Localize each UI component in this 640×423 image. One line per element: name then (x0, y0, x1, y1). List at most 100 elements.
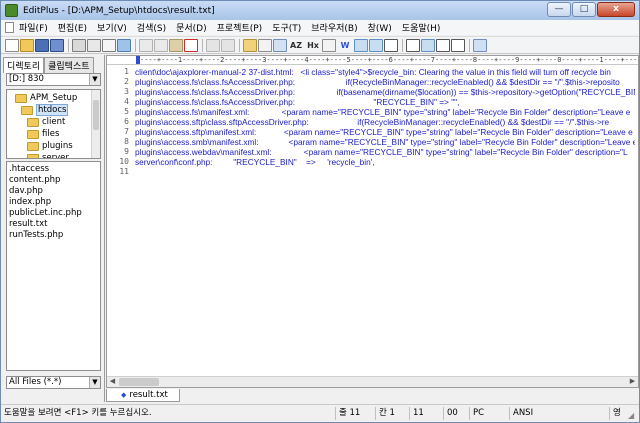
list-item[interactable]: dav.php (9, 186, 43, 196)
scroll-right-icon[interactable]: ▶ (627, 377, 638, 387)
code-line[interactable]: plugins\access.fs\class.fsAccessDriver.p… (135, 77, 620, 87)
menu-browser[interactable]: 브라우저(B) (306, 21, 362, 34)
drive-value: [D:] 830 (9, 74, 44, 84)
copy-icon[interactable] (154, 38, 168, 52)
menu-tools[interactable]: 도구(T) (267, 21, 306, 34)
pen-icon[interactable] (243, 38, 257, 52)
tab-cliptext[interactable]: 클립텍스트 (44, 57, 94, 73)
toolbar-separator (202, 38, 203, 52)
status-help-text: 도움말을 보려면 <F1> 키를 누르십시오. (4, 408, 152, 418)
document-tab-bar: ◆ result.txt (106, 389, 639, 403)
output-window-icon[interactable] (421, 38, 435, 52)
sort-button[interactable]: AZ (288, 41, 304, 50)
tree-item-plugins[interactable]: plugins (27, 140, 73, 152)
undo-icon[interactable] (206, 38, 220, 52)
code-line[interactable]: client\doc\ajaxplorer-manual-2 37-dist.h… (135, 67, 611, 77)
list-item[interactable]: index.php (9, 197, 51, 207)
code-line[interactable]: plugins\access.smb\manifest.xml: <param … (135, 137, 635, 147)
maximize-button[interactable]: □ (572, 2, 596, 17)
minimize-button[interactable]: — (547, 2, 571, 17)
list-item[interactable]: content.php (9, 175, 60, 185)
new-file-icon[interactable] (5, 38, 19, 52)
hex-viewer-button[interactable]: Hx (305, 41, 321, 50)
tree-item-client[interactable]: client (27, 116, 65, 128)
redo-icon[interactable] (221, 38, 235, 52)
ruler-toggle-icon[interactable] (369, 38, 383, 52)
chevron-down-icon[interactable]: ▼ (89, 377, 100, 388)
file-list[interactable]: .htaccess content.php dav.php index.php … (6, 161, 101, 371)
list-item[interactable]: publicLet.inc.php (9, 208, 82, 218)
code-line[interactable]: plugins\access.fs\manifest.xml: <param n… (135, 107, 630, 117)
tree-item-apm-setup[interactable]: APM_Setup (15, 92, 77, 104)
document-tab-label: result.txt (129, 390, 168, 400)
directory-window-icon[interactable] (406, 38, 420, 52)
cliptext-window-icon[interactable] (436, 38, 450, 52)
replace-icon[interactable] (258, 38, 272, 52)
status-encoding: ANSI (509, 407, 569, 420)
tree-item-files[interactable]: files (27, 128, 59, 140)
cut-icon[interactable] (139, 38, 153, 52)
menu-edit[interactable]: 편집(E) (53, 21, 92, 34)
save-icon[interactable] (35, 38, 49, 52)
horizontal-scrollbar[interactable]: ◀ ▶ (107, 376, 638, 387)
close-button[interactable]: x (597, 2, 635, 17)
code-line[interactable]: plugins\access.webdav\manifest.xml: <par… (135, 147, 628, 157)
line-number: 2 (124, 77, 129, 86)
status-total-lines: 11 (409, 407, 443, 420)
tree-scrollbar[interactable] (91, 90, 100, 158)
delete-icon[interactable] (184, 38, 198, 52)
chevron-down-icon[interactable]: ▼ (89, 74, 100, 85)
list-item[interactable]: .htaccess (9, 164, 49, 174)
print-icon[interactable] (72, 38, 86, 52)
spell-check-icon[interactable] (102, 38, 116, 52)
line-number-toggle-icon[interactable] (354, 38, 368, 52)
open-file-icon[interactable] (20, 38, 34, 52)
menu-view[interactable]: 보기(V) (92, 21, 132, 34)
menu-project[interactable]: 프로젝트(P) (212, 21, 268, 34)
preferences-icon[interactable] (473, 38, 487, 52)
fullscreen-icon[interactable] (451, 38, 465, 52)
menu-file[interactable]: 파일(F) (14, 21, 53, 34)
code-line[interactable]: plugins\access.sftp\manifest.xml: <param… (135, 127, 633, 137)
line-number: 6 (124, 117, 129, 126)
list-item[interactable]: result.txt (9, 219, 47, 229)
folder-open-icon (15, 93, 27, 103)
format-icon[interactable] (322, 38, 336, 52)
drive-select[interactable]: [D:] 830 ▼ (6, 73, 101, 86)
tab-result-txt[interactable]: ◆ result.txt (106, 389, 180, 402)
code-line[interactable]: plugins\access.fs\class.fsAccessDriver.p… (135, 87, 635, 97)
folder-open-icon (21, 105, 33, 115)
directory-tree[interactable]: APM_Setup htdocs client files plugins se… (6, 89, 101, 159)
column-select-icon[interactable] (384, 38, 398, 52)
save-all-icon[interactable] (50, 38, 64, 52)
menu-search[interactable]: 검색(S) (132, 21, 171, 34)
menu-help[interactable]: 도움말(H) (397, 21, 446, 34)
resize-grip-icon[interactable]: ◢ (628, 411, 638, 421)
editor-area[interactable]: ----+----1----+----2----+----3----+----4… (106, 55, 639, 388)
code-line[interactable]: plugins\access.fs\class.fsAccessDriver.p… (135, 97, 459, 107)
line-number: 10 (119, 157, 129, 166)
file-filter-value: All Files (*.*) (9, 377, 62, 387)
tree-item-htdocs[interactable]: htdocs (21, 104, 69, 116)
tree-item-server[interactable]: server (27, 152, 69, 158)
title-bar[interactable]: EditPlus - [D:\APM_Setup\htdocs\result.t… (1, 1, 639, 20)
document-icon[interactable] (5, 22, 14, 33)
code-line[interactable]: server\conf\conf.php: "RECYCLE_BIN" => '… (135, 157, 375, 167)
find-icon[interactable] (117, 38, 131, 52)
menu-document[interactable]: 문서(D) (171, 21, 212, 34)
scroll-left-icon[interactable]: ◀ (107, 377, 118, 387)
code-text[interactable]: client\doc\ajaxplorer-manual-2 37-dist.h… (135, 66, 635, 376)
tab-directory[interactable]: 디렉토리 (3, 57, 45, 73)
menu-window[interactable]: 창(W) (363, 21, 397, 34)
paste-icon[interactable] (169, 38, 183, 52)
print-preview-icon[interactable] (87, 38, 101, 52)
ruler-ticks: ----+----1----+----2----+----3----+----4… (140, 56, 639, 64)
code-line[interactable]: plugins\access.sftp\class.sftpAccessDriv… (135, 117, 609, 127)
panel-tabs: 디렉토리 클립텍스트 (3, 57, 94, 73)
horizontal-scrollbar-thumb[interactable] (119, 378, 159, 386)
tree-scrollbar-thumb[interactable] (93, 100, 99, 130)
goto-icon[interactable] (273, 38, 287, 52)
file-filter-select[interactable]: All Files (*.*) ▼ (6, 376, 101, 389)
word-wrap-button[interactable]: W (337, 41, 353, 50)
list-item[interactable]: runTests.php (9, 230, 63, 240)
